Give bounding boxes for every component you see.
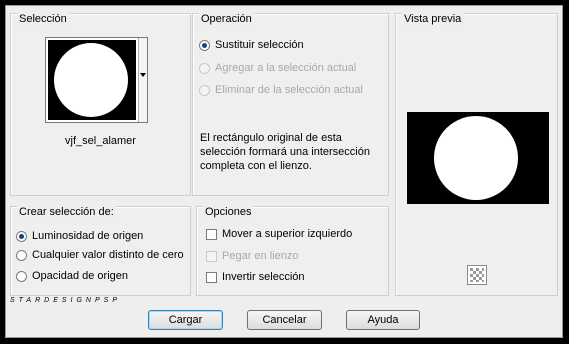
- radio-label: Luminosidad de origen: [32, 230, 144, 242]
- checkbox[interactable]: [206, 271, 217, 283]
- preview-group-title: Vista previa: [402, 13, 464, 25]
- selection-circle-image: [48, 40, 136, 120]
- radio-button: [199, 62, 210, 74]
- options-group-title: Opciones: [203, 206, 254, 218]
- selection-name-label: vjf_sel_alamer: [65, 135, 136, 147]
- radio-label: Cualquier valor distinto de cero: [32, 249, 184, 261]
- create-from-group-title: Crear selección de:: [17, 206, 116, 218]
- radio-source-opacity[interactable]: Opacidad de origen: [16, 268, 128, 284]
- radio-button[interactable]: [16, 270, 27, 282]
- checkbox-label: Pegar en lienzo: [222, 250, 299, 262]
- checkerboard-glyph: [468, 266, 486, 284]
- cancel-button[interactable]: Cancelar: [247, 310, 322, 330]
- dropdown-arrow-button[interactable]: [138, 38, 147, 122]
- preview-circle-image: [407, 112, 549, 204]
- watermark-text: STARDESIGNPSP: [10, 297, 121, 304]
- checkbox-paste-on-canvas: Pegar en lienzo: [206, 248, 298, 264]
- operation-group: Operación Sustituir selección Agregar a …: [192, 13, 389, 196]
- checkbox: [206, 250, 217, 262]
- radio-replace-selection[interactable]: Sustituir selección: [199, 37, 304, 53]
- load-button[interactable]: Cargar: [148, 310, 223, 330]
- checkbox-invert-selection[interactable]: Invertir selección: [206, 269, 305, 285]
- selection-group: Selección vjf_sel_alamer: [10, 13, 191, 196]
- checkbox-label: Invertir selección: [222, 271, 305, 283]
- create-from-group: Crear selección de: Luminosidad de orige…: [10, 206, 191, 296]
- transparency-checker-icon[interactable]: [467, 265, 487, 285]
- radio-button[interactable]: [16, 230, 27, 242]
- checkbox-label: Mover a superior izquierdo: [222, 228, 353, 240]
- help-button[interactable]: Ayuda: [346, 310, 420, 330]
- preview-group: Vista previa: [395, 13, 558, 296]
- radio-label: Sustituir selección: [215, 39, 304, 51]
- load-selection-dialog: Selección vjf_sel_alamer Operación Susti…: [5, 5, 563, 338]
- selection-thumbnail-dropdown[interactable]: [45, 37, 148, 123]
- chevron-down-icon: [140, 73, 146, 77]
- radio-source-luminance[interactable]: Luminosidad de origen: [16, 228, 143, 244]
- selection-thumbnail: [48, 40, 136, 120]
- radio-label: Agregar a la selección actual: [215, 62, 357, 74]
- radio-add-to-selection: Agregar a la selección actual: [199, 60, 356, 76]
- operation-group-title: Operación: [199, 13, 254, 25]
- radio-button[interactable]: [199, 39, 210, 51]
- checkbox-move-top-left[interactable]: Mover a superior izquierdo: [206, 226, 352, 242]
- radio-label: Opacidad de origen: [32, 270, 129, 282]
- radio-label: Eliminar de la selección actual: [215, 84, 363, 96]
- radio-remove-from-selection: Eliminar de la selección actual: [199, 82, 363, 98]
- options-group: Opciones Mover a superior izquierdo Pega…: [196, 206, 389, 296]
- operation-description: El rectángulo original de esta selección…: [200, 132, 370, 172]
- selection-group-title: Selección: [17, 13, 69, 25]
- preview-image: [407, 112, 549, 204]
- radio-button[interactable]: [16, 249, 27, 261]
- checkbox[interactable]: [206, 228, 217, 240]
- radio-button: [199, 84, 210, 96]
- radio-any-nonzero[interactable]: Cualquier valor distinto de cero: [16, 247, 184, 263]
